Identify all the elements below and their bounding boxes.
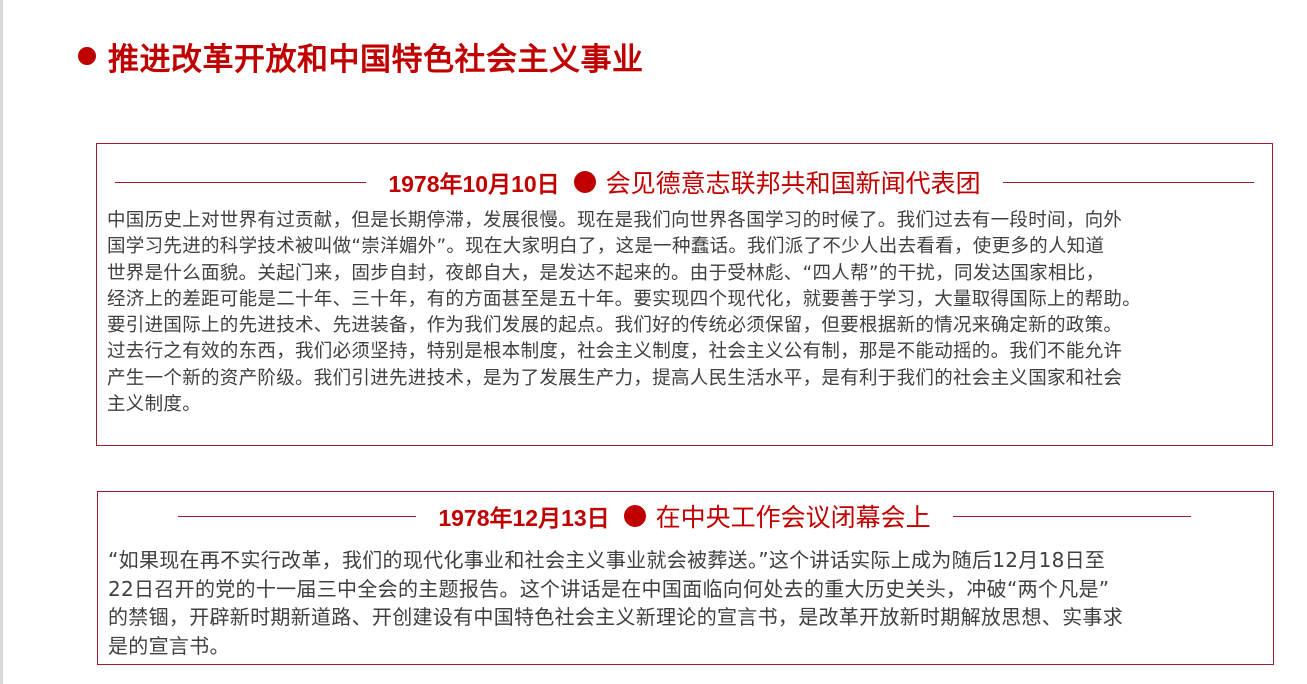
- card-heading: 1978年12月13日 在中央工作会议闭幕会上: [178, 496, 1192, 536]
- heading-rule-left: [178, 515, 417, 517]
- heading-content: 1978年12月13日 在中央工作会议闭幕会上: [416, 498, 952, 534]
- title-bullet-icon: [78, 47, 96, 65]
- card-heading: 1978年10月10日 会见德意志联邦共和国新闻代表团: [115, 162, 1255, 202]
- heading-bullet-icon: [623, 505, 646, 527]
- event-title: 会见德意志联邦共和国新闻代表团: [605, 169, 981, 198]
- heading-content: 1978年10月10日 会见德意志联邦共和国新闻代表团: [366, 164, 1002, 200]
- heading-rule-left: [115, 181, 367, 183]
- event-title: 在中央工作会议闭幕会上: [655, 503, 931, 532]
- page-title: 推进改革开放和中国特色社会主义事业: [78, 34, 644, 78]
- event-card-1978-12-13: 1978年12月13日 在中央工作会议闭幕会上 “如果现在再不实行改革，我们的现…: [97, 491, 1274, 665]
- heading-rule-right: [952, 515, 1192, 517]
- event-date: 1978年10月10日: [388, 171, 560, 197]
- event-body-text: 中国历史上对世界有过贡献，但是长期停滞，发展很慢。现在是我们向世界各国学习的时候…: [107, 210, 1142, 416]
- event-card-1978-10-10: 1978年10月10日 会见德意志联邦共和国新闻代表团 中国历史上对世界有过贡献…: [96, 143, 1273, 446]
- event-body-text: “如果现在再不实行改革，我们的现代化事业和社会主义事业就会被葬送。”这个讲话实际…: [108, 548, 1123, 658]
- page-title-text: 推进改革开放和中国特色社会主义事业: [108, 41, 644, 78]
- left-edge-rule: [0, 0, 3, 684]
- event-date: 1978年12月13日: [438, 505, 610, 531]
- heading-rule-right: [1002, 181, 1255, 183]
- heading-bullet-icon: [573, 171, 596, 193]
